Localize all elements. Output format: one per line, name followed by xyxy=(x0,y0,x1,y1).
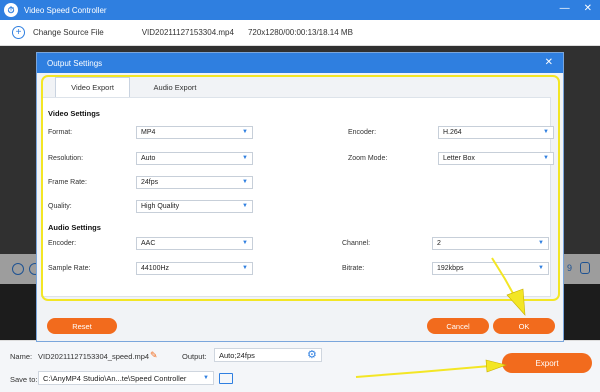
ok-button[interactable]: OK xyxy=(493,318,555,334)
output-settings-dialog: Output Settings ✕ Video Export Audio Exp… xyxy=(36,52,564,342)
add-icon[interactable]: + xyxy=(12,26,25,39)
minimize-icon[interactable]: — xyxy=(560,3,570,14)
export-button[interactable]: Export xyxy=(502,353,592,373)
source-file-name: VID20211127153304.mp4 xyxy=(141,28,234,37)
source-file-meta: 720x1280/00:00:13/18.14 MB xyxy=(247,28,353,37)
close-icon[interactable]: ✕ xyxy=(545,57,553,68)
output-label: Output: xyxy=(182,352,207,361)
dialog-titlebar: Output Settings ✕ xyxy=(37,53,563,73)
saveto-field[interactable]: C:\AnyMP4 Studio\An...te\Speed Controlle… xyxy=(38,371,214,385)
output-value: Auto;24fps xyxy=(219,350,255,360)
output-field[interactable]: Auto;24fps xyxy=(214,348,322,362)
dialog-title: Output Settings xyxy=(47,58,103,68)
name-label: Name: xyxy=(10,352,33,361)
reset-button[interactable]: Reset xyxy=(47,318,117,334)
saveto-label: Save to: xyxy=(10,375,38,384)
change-source-link[interactable]: Change Source File xyxy=(33,28,104,37)
pencil-icon[interactable]: ✎ xyxy=(150,350,158,361)
window-titlebar: ⏱ Video Speed Controller — ✕ xyxy=(0,0,600,20)
saveto-value: C:\AnyMP4 Studio\An...te\Speed Controlle… xyxy=(43,373,187,383)
name-value: VID20211127153304_speed.mp4 xyxy=(38,352,150,361)
gear-icon[interactable]: ⚙ xyxy=(307,348,317,361)
chevron-down-icon[interactable]: ▼ xyxy=(203,375,209,381)
folder-icon[interactable] xyxy=(219,373,233,384)
cancel-button[interactable]: Cancel xyxy=(427,318,489,334)
close-window-icon[interactable]: ✕ xyxy=(584,3,592,14)
app-title: Video Speed Controller xyxy=(24,5,107,15)
app-logo-icon: ⏱ xyxy=(4,3,18,17)
source-toolbar: + Change Source File VID20211127153304.m… xyxy=(0,20,600,46)
window-controls: — ✕ xyxy=(560,3,592,14)
highlight-frame xyxy=(41,75,560,301)
